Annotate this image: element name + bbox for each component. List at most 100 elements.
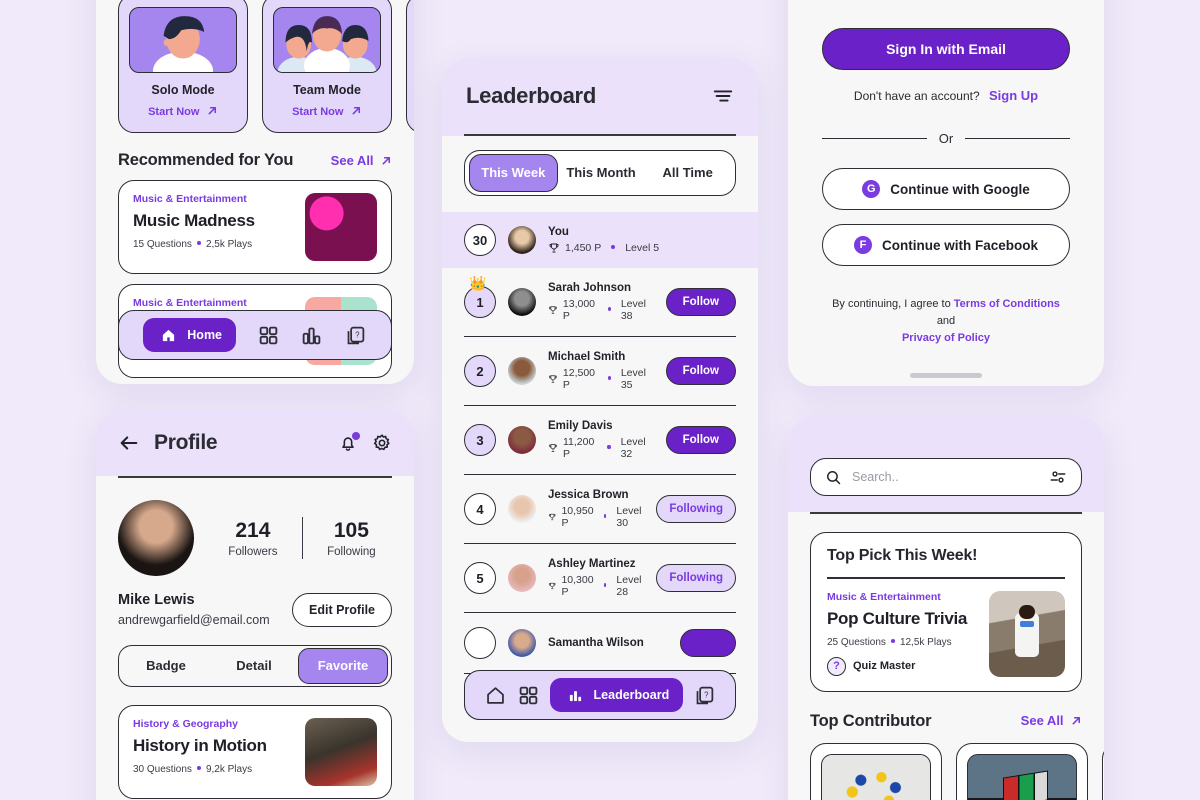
table-row[interactable]: 2 Michael Smith 12,500 P Level 35 Follow (464, 337, 736, 406)
list-item[interactable] (1102, 742, 1104, 800)
leaderboard-bottom-nav: Leaderboard ? (464, 670, 736, 720)
quiz-card[interactable]: Music & Entertainment Music Madness 15 Q… (118, 180, 392, 274)
quiz-cards-icon[interactable]: ? (693, 684, 716, 707)
mode-card-next-partial[interactable] (406, 0, 414, 133)
game-modes-row: Solo Mode Start Now Team Mode Start Now (118, 0, 414, 133)
edit-profile-button[interactable]: Edit Profile (292, 592, 392, 627)
quiz-title: Music Madness (133, 211, 255, 230)
player-name: Samantha Wilson (548, 637, 644, 649)
follow-button[interactable]: Follow (665, 426, 736, 454)
sign-in-with-email-button[interactable]: Sign In with Email (822, 28, 1070, 70)
followers-label: Followers (228, 545, 278, 558)
quiz-meta: 30 Questions 9,2k Plays (133, 764, 253, 775)
discover-body: Top Pick This Week! Music & Entertainmen… (788, 532, 1104, 800)
mode-cta[interactable]: Start Now (129, 102, 237, 120)
arrow-up-right-icon (382, 156, 391, 164)
privacy-link[interactable]: Privacy of Policy (902, 332, 990, 344)
page-title: Leaderboard (466, 83, 596, 108)
tab-this-month[interactable]: This Month (558, 155, 645, 191)
avatar (508, 426, 536, 454)
see-all-link[interactable]: See All (1021, 712, 1082, 730)
profile-tabs: Badge Detail Favorite (118, 645, 392, 687)
rank-badge: 4 (464, 493, 496, 525)
tab-this-week[interactable]: This Week (469, 154, 558, 192)
avatar (118, 500, 194, 576)
player-name: Emily Davis (548, 420, 613, 432)
settings-gear-icon[interactable] (372, 433, 392, 453)
follow-button[interactable]: Follow (665, 288, 736, 316)
continue-with-google-button[interactable]: G Continue with Google (822, 168, 1070, 210)
mode-cta[interactable]: Start Now (273, 102, 381, 120)
top-pick-card[interactable]: Top Pick This Week! Music & Entertainmen… (810, 532, 1082, 692)
followers-stat[interactable]: 214 Followers (228, 519, 277, 558)
grid-icon[interactable] (257, 324, 280, 347)
table-row[interactable]: 5 Ashley Martinez 10,300 P Level 28 Follo… (464, 544, 736, 613)
table-row[interactable]: Samantha Wilson (464, 613, 736, 674)
table-row[interactable]: 👑 1 Sarah Johnson 13,000 P Level 38 Follo… (464, 268, 736, 337)
discover-screen-panel: Top Pick This Week! Music & Entertainmen… (788, 416, 1104, 800)
nav-item-leaderboard[interactable]: Leaderboard (549, 678, 684, 712)
grid-icon[interactable] (517, 684, 540, 707)
leaderboard-you-row[interactable]: 30 You 1,450 P Level 5 (442, 212, 758, 268)
discover-header (788, 416, 1104, 512)
avatar (508, 495, 536, 523)
bar-chart-icon[interactable] (300, 324, 323, 347)
avatar (508, 226, 536, 254)
list-item[interactable] (810, 742, 942, 800)
player-stats: 11,200 P Level 32 (548, 436, 654, 460)
mockup-stage: Invite Friends Solo Mode Start Now (0, 0, 1200, 800)
tab-detail[interactable]: Detail (210, 649, 298, 683)
profile-screen-panel: Profile 214 Followers 105 Following Mike… (96, 410, 414, 800)
terms-link[interactable]: Terms of Conditions (954, 298, 1060, 310)
rank-badge: 👑 1 (464, 275, 496, 318)
follow-button[interactable]: Follow (665, 357, 736, 385)
tab-all-time[interactable]: All Time (644, 155, 731, 191)
search-input[interactable] (852, 470, 1039, 484)
table-row[interactable]: 4 Jessica Brown 10,950 P Level 30 Followi… (464, 475, 736, 544)
player-stats: 13,000 P Level 38 (548, 298, 654, 322)
section-title: Recommended for You (118, 151, 294, 169)
filter-lines-icon[interactable] (712, 85, 734, 107)
player-name: Ashley Martinez (548, 558, 636, 570)
following-stat[interactable]: 105 Following (327, 519, 376, 558)
tab-badge[interactable]: Badge (122, 649, 210, 683)
quiz-meta: 25 Questions 12,5k Plays (827, 636, 952, 648)
sliders-icon[interactable] (1049, 468, 1067, 486)
profile-header: Profile (96, 410, 414, 476)
nav-item-home[interactable]: Home (143, 318, 237, 352)
tab-favorite[interactable]: Favorite (298, 648, 388, 684)
quiz-category: Music & Entertainment (133, 193, 247, 205)
player-stats: 10,300 P Level 28 (548, 574, 644, 598)
mode-card-team[interactable]: Team Mode Start Now (262, 0, 392, 133)
player-name: Jessica Brown (548, 489, 629, 501)
avatar (508, 629, 536, 657)
mode-title: Team Mode (293, 83, 361, 97)
home-icon[interactable] (484, 684, 507, 707)
back-arrow-icon[interactable] (118, 432, 140, 454)
no-account-text: Don't have an account? (853, 89, 980, 103)
quiz-cards-icon[interactable]: ? (344, 324, 367, 347)
following-count: 105 (333, 518, 369, 542)
continue-with-facebook-button[interactable]: F Continue with Facebook (822, 224, 1070, 266)
see-all-link[interactable]: See All (331, 152, 392, 170)
following-button[interactable]: Following (656, 564, 736, 592)
trophy-icon (549, 513, 556, 521)
notification-bell-icon[interactable] (338, 432, 360, 453)
search-icon (825, 469, 842, 486)
mode-card-solo[interactable]: Solo Mode Start Now (118, 0, 248, 133)
quiz-title: History in Motion (133, 736, 267, 755)
favorite-quiz-card[interactable]: History & Geography History in Motion 30… (118, 705, 392, 799)
leaderboard-tabs-wrap: This Week This Month All Time (442, 136, 758, 212)
follow-button[interactable] (680, 629, 736, 657)
player-name: Sarah Johnson (548, 282, 632, 294)
search-bar[interactable] (810, 458, 1082, 496)
list-item[interactable] (956, 742, 1088, 800)
bar-chart-icon (564, 684, 587, 707)
table-row[interactable]: 3 Emily Davis 11,200 P Level 32 Follow (464, 406, 736, 475)
lego-dots-thumbnail (821, 753, 931, 800)
top-contributor-list (810, 742, 1104, 800)
following-button[interactable]: Following (656, 495, 736, 523)
profile-email: andrewgarfield@email.com (118, 613, 270, 627)
rank-badge: 5 (464, 562, 496, 594)
sign-up-link[interactable]: Sign Up (989, 88, 1038, 103)
